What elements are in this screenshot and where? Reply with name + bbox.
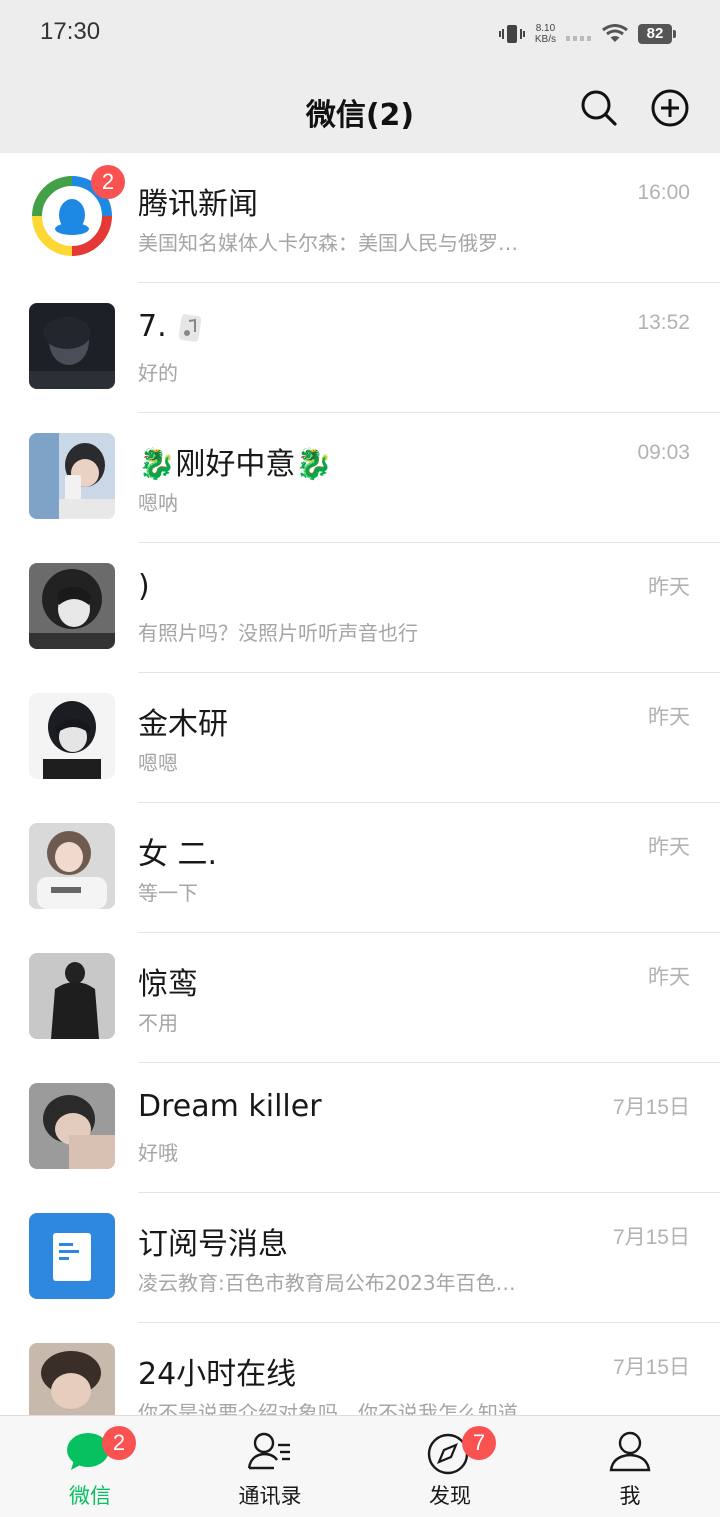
net-speed-unit: KB/s <box>534 34 556 45</box>
dragon-emoji-icon: 🐉 <box>295 447 333 482</box>
chat-row[interactable]: 女 二. 等一下 昨天 <box>0 803 720 933</box>
wifi-icon <box>602 24 628 42</box>
chat-time: 7月15日 <box>612 1226 690 1249</box>
avatar <box>29 303 115 389</box>
chat-list[interactable]: 2 腾讯新闻 美国知名媒体人卡尔森：美国人民与俄罗… 16:00 7. 好的 1… <box>0 153 720 1415</box>
unread-badge: 2 <box>91 165 125 199</box>
tab-bar: 2 微信 通讯录 7 发现 我 <box>0 1415 720 1517</box>
tab-label: 通讯录 <box>238 1484 302 1508</box>
chat-row[interactable]: 7. 好的 13:52 <box>0 283 720 413</box>
chat-time: 昨天 <box>648 966 690 989</box>
subscription-icon <box>29 1213 115 1299</box>
chat-row[interactable]: 金木研 嗯嗯 昨天 <box>0 673 720 803</box>
avatar <box>29 433 115 519</box>
chat-preview: 嗯嗯 <box>138 751 178 775</box>
chat-time: 昨天 <box>648 836 690 859</box>
chat-time: 7月15日 <box>612 1096 690 1119</box>
tab-badge: 2 <box>102 1426 136 1460</box>
tab-label: 发现 <box>429 1484 471 1508</box>
status-time: 17:30 <box>40 18 101 45</box>
net-speed: 8.10 KB/s <box>535 23 556 45</box>
chat-time: 09:03 <box>637 441 690 464</box>
battery-indicator: 82 <box>638 24 676 44</box>
avatar <box>29 1343 115 1415</box>
chat-preview: 美国知名媒体人卡尔森：美国人民与俄罗… <box>138 231 518 255</box>
chat-row[interactable]: Dream killer 好哦 7月15日 <box>0 1063 720 1193</box>
chat-row[interactable]: 订阅号消息 凌云教育:百色市教育局公布2023年百色… 7月15日 <box>0 1193 720 1323</box>
chat-name: 女 二. <box>138 837 218 872</box>
avatar <box>29 823 115 909</box>
avatar <box>29 953 115 1039</box>
chat-name-text: 7. <box>138 309 167 344</box>
chat-name-text: 刚好中意 <box>175 447 296 482</box>
search-button[interactable] <box>579 88 619 128</box>
music-note-icon <box>178 313 202 342</box>
chat-name: 订阅号消息 <box>138 1227 288 1262</box>
chat-time: 昨天 <box>648 576 690 599</box>
chat-name: 惊鸾 <box>138 967 198 1002</box>
chat-time: 13:52 <box>637 311 690 334</box>
chat-row[interactable]: ) 有照片吗？没照片听听声音也行 昨天 <box>0 543 720 673</box>
chat-row[interactable]: 2 腾讯新闻 美国知名媒体人卡尔森：美国人民与俄罗… 16:00 <box>0 153 720 283</box>
chat-time: 7月15日 <box>612 1356 690 1379</box>
person-icon <box>609 1431 651 1472</box>
search-icon <box>581 90 617 126</box>
chat-preview: 好的 <box>138 361 178 385</box>
status-indicators: 8.10 KB/s 82 <box>498 20 676 48</box>
tab-me[interactable]: 我 <box>540 1416 720 1517</box>
chat-preview: 你不是说要介绍对象吗，你不说我怎么知道 <box>138 1401 518 1415</box>
chat-preview: 不用 <box>138 1011 178 1035</box>
chat-name: Dream killer <box>138 1089 322 1124</box>
chat-name: 金木研 <box>138 707 228 742</box>
add-button[interactable] <box>650 88 690 128</box>
chat-name: 24小时在线 <box>138 1357 297 1392</box>
nav-bar: 微信(2) <box>0 66 720 153</box>
avatar <box>29 693 115 779</box>
net-speed-value: 8.10 <box>535 23 556 34</box>
tab-discover[interactable]: 7 发现 <box>360 1416 540 1517</box>
chat-row[interactable]: 🐉刚好中意🐉 嗯呐 09:03 <box>0 413 720 543</box>
tab-badge: 7 <box>462 1426 496 1460</box>
contacts-icon <box>247 1432 290 1470</box>
chat-name: 7. <box>138 309 204 344</box>
chat-time: 16:00 <box>637 181 690 204</box>
chat-preview: 嗯呐 <box>138 491 178 515</box>
chat-preview: 凌云教育:百色市教育局公布2023年百色… <box>138 1271 516 1295</box>
chat-preview: 等一下 <box>138 881 198 905</box>
tab-label: 我 <box>619 1484 641 1508</box>
chat-row[interactable]: 惊鸾 不用 昨天 <box>0 933 720 1063</box>
chat-preview: 好哦 <box>138 1141 178 1165</box>
chat-name: 腾讯新闻 <box>138 187 258 222</box>
status-bar: 17:30 8.10 KB/s 82 <box>0 0 720 66</box>
signal-icon <box>566 36 591 41</box>
chat-preview: 有照片吗？没照片听听声音也行 <box>138 621 418 645</box>
avatar <box>29 1213 115 1299</box>
chat-time: 昨天 <box>648 706 690 729</box>
vibrate-icon <box>498 25 525 43</box>
chat-name: ) <box>138 569 150 604</box>
tab-contacts[interactable]: 通讯录 <box>180 1416 360 1517</box>
avatar <box>29 563 115 649</box>
avatar <box>29 1083 115 1169</box>
chat-name: 🐉刚好中意🐉 <box>138 439 333 483</box>
chat-row[interactable]: 24小时在线 你不是说要介绍对象吗，你不说我怎么知道 7月15日 <box>0 1323 720 1415</box>
add-icon <box>651 89 689 127</box>
tab-label: 微信 <box>69 1484 111 1508</box>
tab-chats[interactable]: 2 微信 <box>0 1416 180 1517</box>
dragon-emoji-icon: 🐉 <box>138 447 176 482</box>
